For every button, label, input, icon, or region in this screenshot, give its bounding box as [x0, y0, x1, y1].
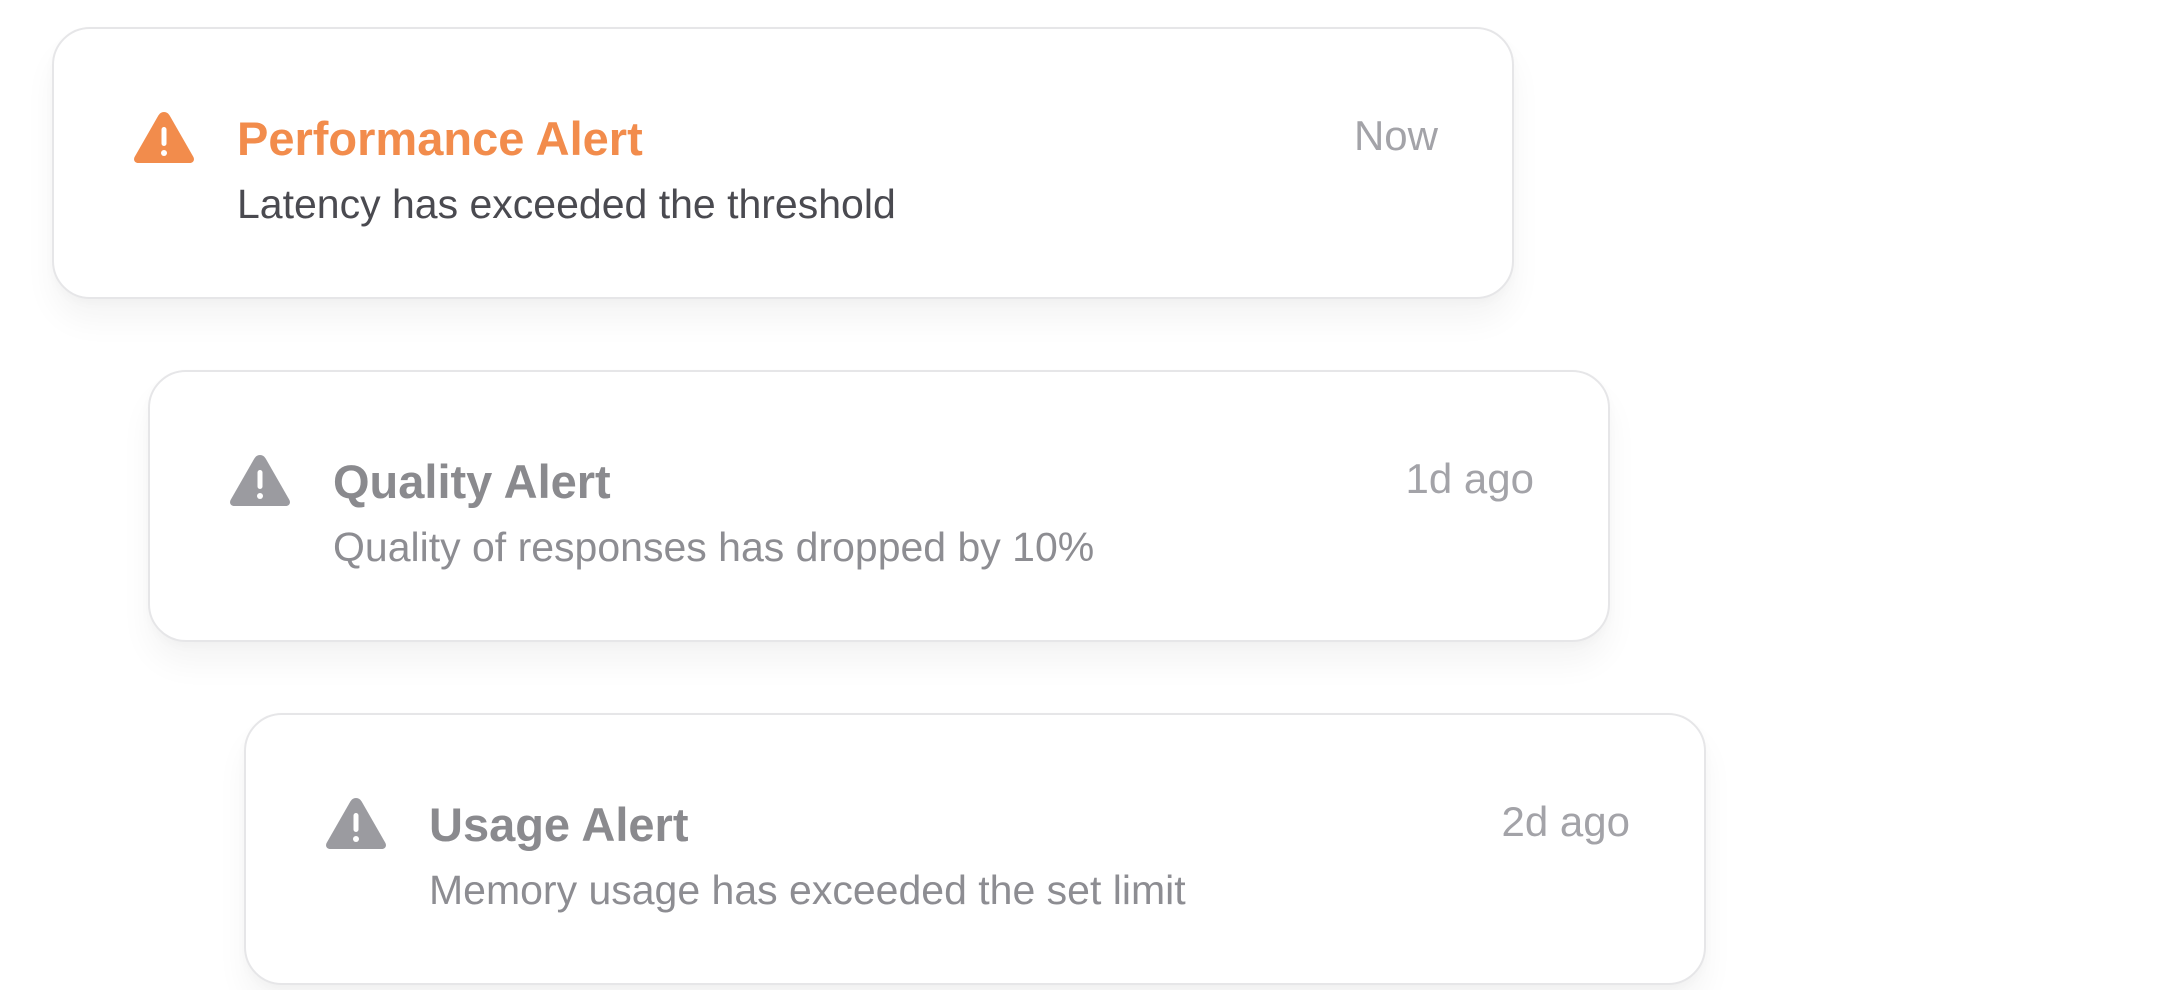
- warning-triangle-icon: [132, 108, 196, 166]
- alert-description: Memory usage has exceeded the set limit: [429, 867, 1186, 913]
- warning-triangle-icon: [324, 794, 388, 852]
- alert-timestamp: Now: [1353, 112, 1438, 159]
- warning-triangle-icon: [228, 451, 292, 509]
- alert-card-quality[interactable]: Quality Alert Quality of responses has d…: [148, 370, 1610, 642]
- alert-card-usage[interactable]: Usage Alert Memory usage has exceeded th…: [244, 713, 1706, 985]
- alert-timestamp: 2d ago: [1501, 798, 1630, 845]
- alert-title: Usage Alert: [429, 798, 689, 851]
- alert-timestamp: 1d ago: [1405, 455, 1534, 502]
- alert-title: Performance Alert: [237, 112, 643, 165]
- alert-description: Latency has exceeded the threshold: [237, 181, 896, 227]
- alert-description: Quality of responses has dropped by 10%: [333, 524, 1095, 570]
- alert-card-performance[interactable]: Performance Alert Latency has exceeded t…: [52, 27, 1514, 299]
- alert-title: Quality Alert: [333, 455, 611, 508]
